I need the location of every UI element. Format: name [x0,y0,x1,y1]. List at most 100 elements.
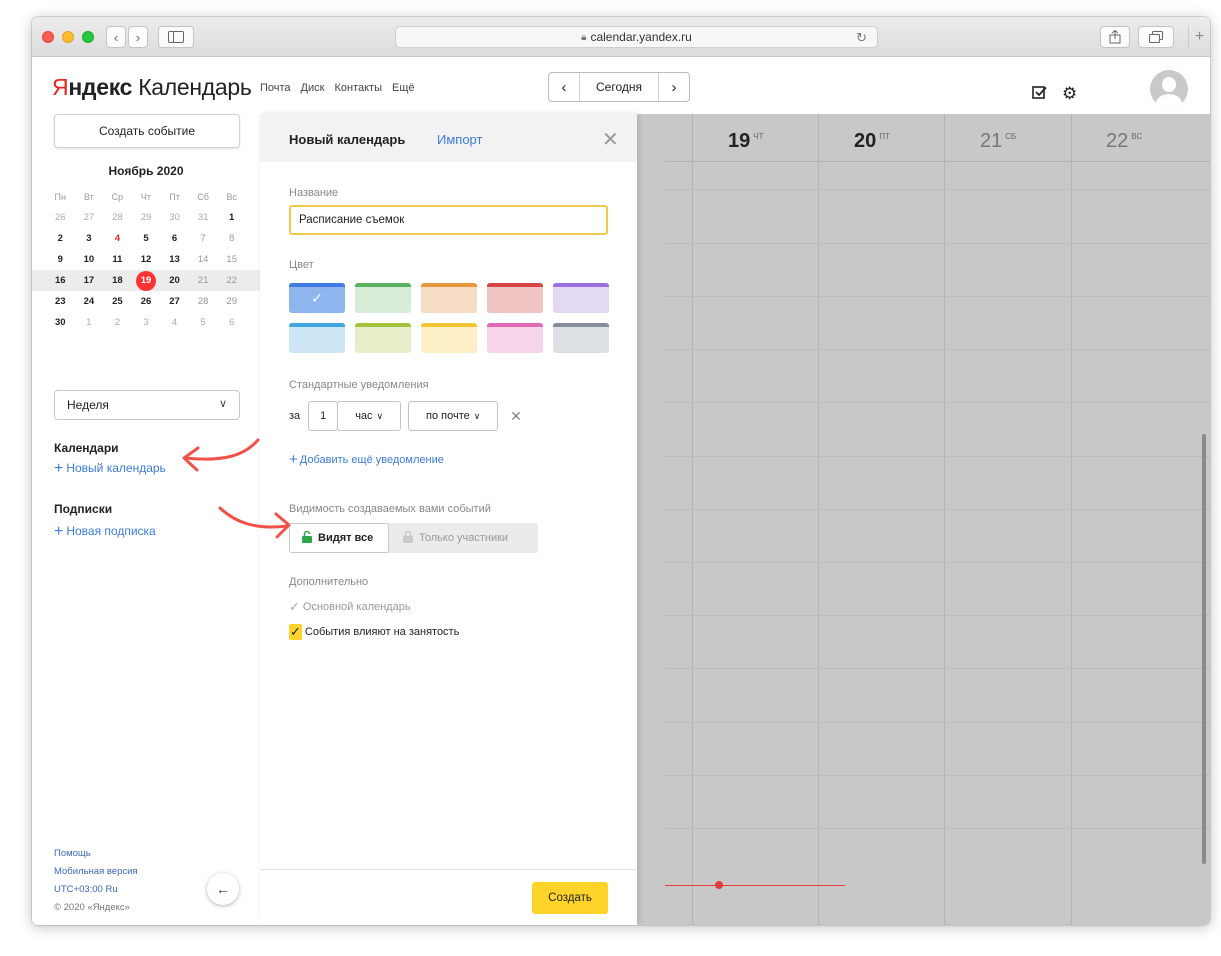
day-cell[interactable]: 18 [103,275,132,286]
day-cell[interactable]: 3 [75,233,104,244]
day-header-sun[interactable]: 22 ВС [1106,130,1142,153]
day-cell[interactable]: 2 [103,317,132,328]
busy-checkbox[interactable]: ✓ События влияют на занятость [289,624,459,640]
day-cell[interactable]: 6 [217,317,246,328]
day-cell[interactable]: 11 [103,254,132,265]
notif-unit-select[interactable]: час ∨ [337,401,402,431]
collapse-sidebar-button[interactable]: ← [207,873,239,905]
close-window-button[interactable] [42,31,54,43]
day-cell[interactable]: 4 [103,233,132,244]
day-cell[interactable]: 29 [217,296,246,307]
todo-icon[interactable] [1032,86,1047,104]
day-cell[interactable]: 20 [160,275,189,286]
day-cell[interactable]: 8 [217,233,246,244]
tab-new-calendar[interactable]: Новый календарь [289,132,405,147]
day-cell[interactable]: 14 [189,254,218,265]
day-cell[interactable]: 28 [103,212,132,223]
day-cell[interactable]: 2 [46,233,75,244]
timezone-language-link[interactable]: UTC+03:00 Ru [54,884,118,895]
scrollbar[interactable] [1202,434,1206,864]
create-calendar-button[interactable]: Создать [532,882,608,914]
avatar[interactable] [1150,70,1188,108]
reload-icon[interactable]: ↻ [856,30,867,46]
prev-week-button[interactable]: ‹ [549,73,579,101]
today-button[interactable]: Сегодня [579,73,659,101]
day-cell[interactable]: 30 [160,212,189,223]
day-cell[interactable]: 21 [189,275,218,286]
day-header-thu[interactable]: 19 ЧТ [728,130,763,153]
day-cell[interactable]: 13 [160,254,189,265]
color-swatch[interactable]: ✓ [289,283,345,313]
color-swatch[interactable] [289,323,345,353]
day-cell[interactable]: 26 [132,296,161,307]
color-swatch[interactable] [355,283,411,313]
day-header-fri[interactable]: 20 ПТ [854,130,890,153]
add-notification-link[interactable]: + Добавить ещё уведомление [289,451,444,468]
back-button[interactable]: ‹ [106,26,126,48]
today-day-cell[interactable]: 19 [132,270,161,291]
day-cell[interactable]: 6 [160,233,189,244]
day-cell[interactable]: 25 [103,296,132,307]
day-cell[interactable]: 28 [189,296,218,307]
day-cell[interactable]: 24 [75,296,104,307]
gear-icon[interactable]: ⚙︎ [1062,84,1077,104]
nav-disk[interactable]: Диск [301,82,325,94]
minimize-window-button[interactable] [62,31,74,43]
view-mode-select[interactable]: Неделя ∨ [54,390,240,420]
visibility-all-button[interactable]: Видят все [289,523,389,553]
day-cell[interactable]: 1 [217,212,246,223]
color-swatch[interactable] [421,283,477,313]
day-cell[interactable]: 3 [132,317,161,328]
color-swatch[interactable] [487,283,543,313]
notif-channel-select[interactable]: по почте ∨ [408,401,499,431]
day-header-sat[interactable]: 21 СБ [980,130,1016,153]
day-cell[interactable]: 16 [46,275,75,286]
next-week-button[interactable]: › [659,73,689,101]
zoom-window-button[interactable] [82,31,94,43]
help-link[interactable]: Помощь [54,848,91,859]
visibility-participants-button[interactable]: Только участники [389,523,538,553]
day-cell[interactable]: 30 [46,317,75,328]
day-cell[interactable]: 17 [75,275,104,286]
close-icon[interactable]: ✕ [602,127,619,152]
nav-mail[interactable]: Почта [260,82,291,94]
day-cell[interactable]: 26 [46,212,75,223]
day-cell[interactable]: 1 [75,317,104,328]
day-cell[interactable]: 5 [189,317,218,328]
nav-contacts[interactable]: Контакты [334,82,382,94]
tab-import[interactable]: Импорт [437,132,482,147]
sidebar-toggle-button[interactable] [158,26,194,48]
day-cell[interactable]: 27 [75,212,104,223]
day-cell[interactable]: 12 [132,254,161,265]
new-calendar-link[interactable]: + Новый календарь [54,460,166,478]
nav-more[interactable]: Ещё [392,82,415,94]
main-calendar-checkbox[interactable]: ✓ Основной календарь [289,599,411,615]
calendar-name-field[interactable]: Расписание съемок [289,205,608,235]
notif-amount-input[interactable]: 1 [308,401,339,431]
day-cell[interactable]: 10 [75,254,104,265]
day-cell[interactable]: 23 [46,296,75,307]
tabs-overview-button[interactable] [1138,26,1174,48]
day-cell[interactable]: 7 [189,233,218,244]
forward-button[interactable]: › [128,26,148,48]
mobile-version-link[interactable]: Мобильная версия [54,866,138,877]
color-swatch[interactable] [355,323,411,353]
color-swatch[interactable] [553,283,609,313]
new-subscription-link[interactable]: + Новая подписка [54,523,156,541]
day-cell[interactable]: 31 [189,212,218,223]
new-tab-button[interactable]: + [1188,26,1210,48]
remove-notification-icon[interactable]: ✕ [510,408,522,425]
color-swatch[interactable] [553,323,609,353]
create-event-button[interactable]: Создать событие [54,114,240,148]
color-swatch[interactable] [487,323,543,353]
day-cell[interactable]: 5 [132,233,161,244]
share-button[interactable] [1100,26,1130,48]
address-bar[interactable]: 🔒︎ calendar.yandex.ru ↻ [395,26,878,48]
day-cell[interactable]: 4 [160,317,189,328]
yandex-calendar-logo[interactable]: Яндекс Календарь [52,74,252,101]
day-cell[interactable]: 29 [132,212,161,223]
color-swatch[interactable] [421,323,477,353]
day-cell[interactable]: 15 [217,254,246,265]
day-cell[interactable]: 22 [217,275,246,286]
day-cell[interactable]: 27 [160,296,189,307]
